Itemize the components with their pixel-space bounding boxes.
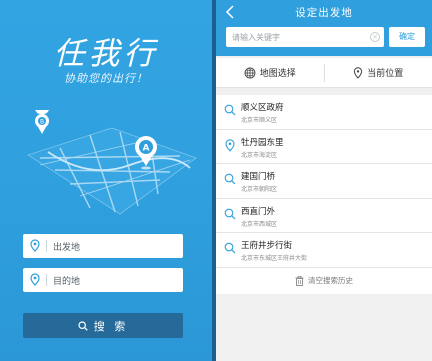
location-pin-icon [30,239,40,252]
location-pin-icon [30,273,40,286]
app-slogan: 协助您的出行！ [64,72,148,85]
confirm-button[interactable]: 确定 [389,27,425,47]
location-pin-icon [225,138,235,152]
home-screen: 任我行 协助您的出行！ B A 出发地 目的地 搜 索 [0,0,212,361]
action-bar: 地图选择 当前位置 [216,58,432,88]
list-item[interactable]: 牡丹园东里 北京市海淀区 [216,129,432,164]
current-location-button[interactable]: 当前位置 [325,58,432,87]
map-select-button[interactable]: 地图选择 [216,58,324,87]
search-icon [224,208,236,219]
location-pin-icon [354,66,363,79]
current-location-label: 当前位置 [367,69,404,79]
clear-history-label: 清空搜索历史 [308,276,353,285]
svg-text:B: B [40,119,44,126]
result-address: 北京市西城区 [241,220,278,228]
svg-text:A: A [143,144,150,154]
map-pin-b-icon: B [35,110,49,134]
search-icon [224,104,236,116]
set-origin-screen: 设定出发地 请输入关键字 × 确定 地图选择 当前位置 顺义区政府 北京市顺义区… [216,0,432,361]
origin-placeholder: 出发地 [53,242,81,253]
search-button-label: 搜 索 [93,319,129,333]
result-address: 北京市海淀区 [241,151,278,159]
map-illustration: B A [27,110,197,215]
keyword-search-input[interactable]: 请输入关键字 × [226,27,384,47]
clear-icon[interactable]: × [370,32,380,42]
search-icon [224,173,236,185]
field-separator [46,240,47,252]
result-address: 北京市东城区王府井大街 [241,255,308,262]
result-name: 建国门桥 [241,172,276,182]
result-name: 王府井步行街 [241,241,293,251]
destination-field[interactable]: 目的地 [23,268,183,292]
field-separator [46,274,47,286]
list-item[interactable]: 建国门桥 北京市朝阳区 [216,164,432,199]
result-name: 西直门外 [241,206,276,217]
search-placeholder: 请输入关键字 [232,32,280,42]
result-address: 北京市顺义区 [241,117,278,124]
clear-history-button[interactable]: 清空搜索历史 [216,267,432,294]
map-grid-icon [244,67,256,78]
list-item[interactable]: 西直门外 北京市西城区 [216,198,432,233]
result-name: 顺义区政府 [241,103,284,113]
trash-icon [295,275,304,286]
search-icon [224,242,236,254]
origin-field[interactable]: 出发地 [23,234,183,258]
result-address: 北京市朝阳区 [241,186,278,193]
list-item[interactable]: 王府井步行街 北京市东城区王府井大街 [216,233,432,268]
page-title: 设定出发地 [295,7,353,19]
list-item[interactable]: 顺义区政府 北京市顺义区 [216,95,432,130]
search-icon [78,320,88,331]
app-logo: 任我行 [53,36,159,72]
top-bar: 设定出发地 请输入关键字 × 确定 [216,0,432,56]
map-select-label: 地图选择 [259,69,296,79]
destination-placeholder: 目的地 [53,276,81,287]
search-button[interactable]: 搜 索 [23,313,183,338]
search-history-list: 顺义区政府 北京市顺义区 牡丹园东里 北京市海淀区 建国门桥 北京市朝阳区 西直… [216,95,432,294]
result-name: 牡丹园东里 [241,137,284,148]
